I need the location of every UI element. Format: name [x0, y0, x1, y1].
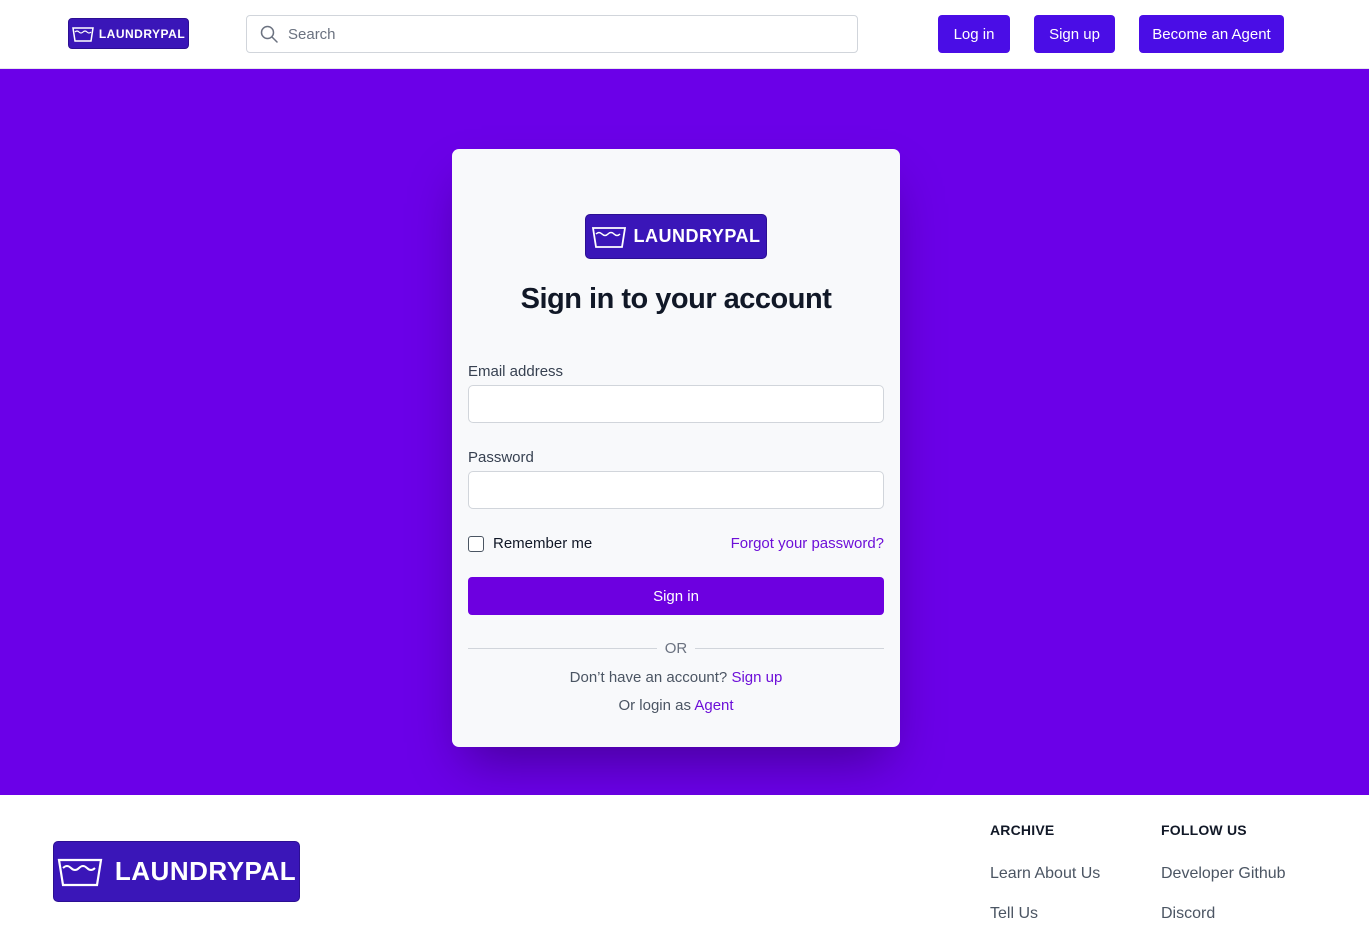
logo-text: LAUNDRYPAL: [633, 226, 761, 246]
search-icon: [260, 25, 278, 43]
signin-button[interactable]: Sign in: [468, 577, 884, 615]
follow-heading: FOLLOW US: [1161, 822, 1247, 838]
hero-section: LAUNDRYPAL Sign in to your account Email…: [0, 69, 1369, 795]
washtub-icon: [71, 26, 94, 42]
or-divider: OR: [468, 640, 884, 657]
agent-login-link[interactable]: Agent: [694, 697, 733, 714]
password-field[interactable]: [468, 471, 884, 509]
discord-link[interactable]: Discord: [1161, 905, 1215, 923]
no-account-text: Don’t have an account?: [569, 669, 728, 686]
remember-checkbox[interactable]: [468, 535, 484, 552]
login-button[interactable]: Log in: [938, 15, 1010, 53]
search-bar: [246, 15, 858, 53]
developer-github-link[interactable]: Developer Github: [1161, 865, 1286, 883]
header-logo[interactable]: LAUNDRYPAL: [68, 18, 189, 49]
logo-text: LAUNDRYPAL: [98, 26, 186, 41]
archive-heading: ARCHIVE: [990, 822, 1055, 838]
forgot-password-link[interactable]: Forgot your password?: [731, 535, 884, 552]
tell-us-link[interactable]: Tell Us: [990, 905, 1038, 923]
password-label: Password: [468, 449, 534, 466]
card-logo: LAUNDRYPAL: [585, 214, 767, 259]
remember-label: Remember me: [493, 535, 593, 552]
divider-line: [468, 648, 657, 649]
footer-archive-column: ARCHIVE Learn About Us Tell Us: [990, 822, 1100, 922]
email-label: Email address: [468, 363, 564, 380]
agent-text: Or login as: [618, 697, 691, 714]
search-input[interactable]: [247, 16, 857, 52]
signup-prompt: Don’t have an account? Sign up: [452, 669, 900, 686]
washtub-icon: [591, 226, 626, 248]
become-agent-button[interactable]: Become an Agent: [1139, 15, 1284, 53]
learn-about-us-link[interactable]: Learn About Us: [990, 865, 1100, 883]
divider-text: OR: [664, 640, 688, 657]
email-field[interactable]: [468, 385, 884, 423]
footer-follow-column: FOLLOW US Developer Github Discord: [1161, 822, 1286, 922]
agent-login-prompt: Or login as Agent: [452, 697, 900, 714]
logo-text: LAUNDRYPAL: [114, 856, 297, 886]
footer-logo[interactable]: LAUNDRYPAL: [53, 841, 300, 902]
remember-me[interactable]: Remember me: [468, 535, 592, 552]
washtub-icon: [57, 858, 103, 886]
signup-button[interactable]: Sign up: [1034, 15, 1115, 53]
signin-card: LAUNDRYPAL Sign in to your account Email…: [452, 149, 900, 747]
divider-line: [695, 648, 884, 649]
page-title: Sign in to your account: [520, 283, 832, 315]
footer: LAUNDRYPAL ARCHIVE Learn About Us Tell U…: [0, 795, 1369, 930]
signup-link[interactable]: Sign up: [731, 669, 782, 686]
top-nav: LAUNDRYPAL Log in Sign up Become an Agen…: [0, 0, 1369, 69]
